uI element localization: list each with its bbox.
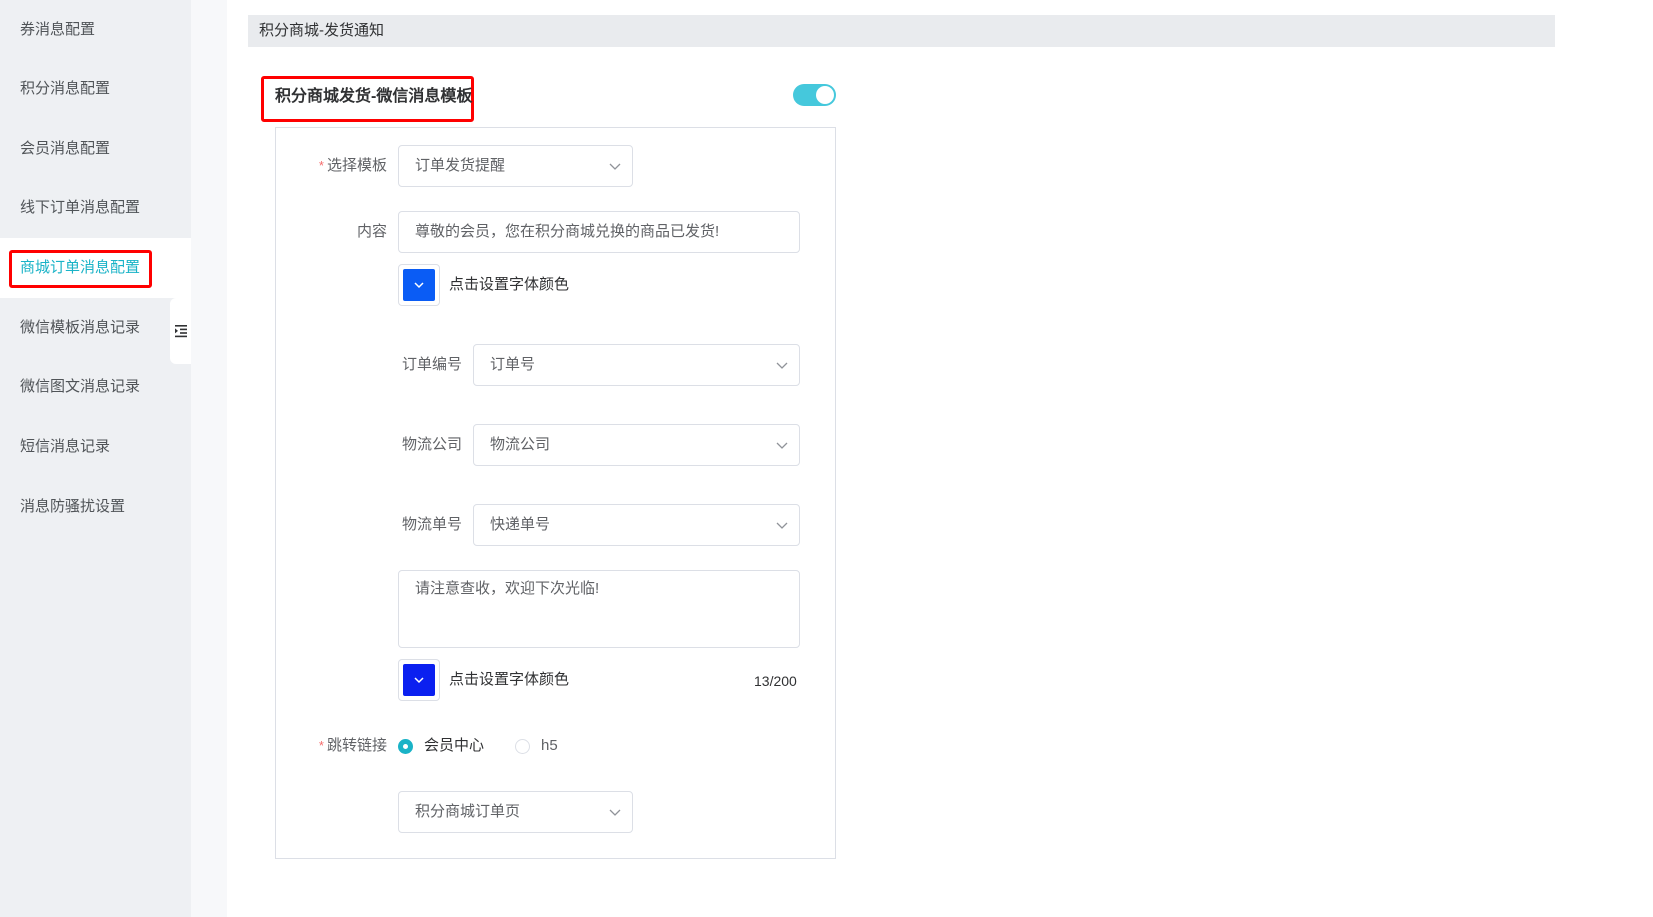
sidebar-item-label: 短信消息记录	[20, 438, 111, 455]
card-title: 积分商城发货-微信消息模板	[275, 88, 473, 105]
enable-switch[interactable]	[793, 84, 836, 106]
section-header: 积分商城-发货通知	[248, 15, 1555, 47]
sidebar-item-label: 微信图文消息记录	[20, 378, 141, 395]
remark-text: 请注意查收，欢迎下次光临!	[415, 580, 600, 597]
sidebar-item-label: 券消息配置	[20, 21, 96, 38]
content-gutter	[191, 0, 227, 917]
highlight-box	[9, 250, 152, 288]
section-title: 积分商城-发货通知	[259, 22, 384, 39]
content-label: 内容	[356, 223, 387, 240]
order-number-label: 订单编号	[401, 356, 462, 373]
tracking-number-label: 物流单号	[401, 516, 462, 533]
sidebar-item-wechat-template-records[interactable]: 微信模板消息记录	[0, 298, 191, 358]
char-counter: 13/200	[754, 673, 797, 689]
indent-icon	[175, 325, 187, 338]
content-color-picker[interactable]	[398, 264, 440, 306]
order-number-value: 订单号	[490, 356, 536, 373]
chevron-down-icon	[609, 163, 621, 170]
template-select[interactable]: 订单发货提醒	[398, 145, 633, 187]
template-select-value: 订单发货提醒	[415, 157, 506, 174]
sidebar: 券消息配置 积分消息配置 会员消息配置 线下订单消息配置 商城订单消息配置 微信…	[0, 0, 191, 917]
chevron-down-icon	[609, 809, 621, 816]
template-label: * 选择模板	[318, 157, 387, 174]
jump-page-select[interactable]: 积分商城订单页	[398, 791, 633, 833]
color-swatch	[403, 269, 435, 301]
sidebar-item-coupon-message[interactable]: 券消息配置	[0, 0, 191, 60]
content-input[interactable]: 尊敬的会员，您在积分商城兑换的商品已发货!	[398, 211, 800, 253]
chevron-down-icon	[776, 522, 788, 529]
chevron-down-icon	[776, 442, 788, 449]
content-color-label: 点击设置字体颜色	[449, 276, 570, 293]
logistics-company-label: 物流公司	[401, 436, 462, 453]
order-number-select[interactable]: 订单号	[473, 344, 800, 386]
sidebar-item-anti-harassment[interactable]: 消息防骚扰设置	[0, 477, 191, 537]
radio-member-center-label[interactable]: 会员中心	[424, 736, 484, 756]
tracking-number-value: 快递单号	[490, 516, 551, 533]
color-swatch	[403, 664, 435, 696]
sidebar-item-label: 会员消息配置	[20, 140, 111, 157]
radio-member-center[interactable]	[398, 739, 413, 754]
content-input-value: 尊敬的会员，您在积分商城兑换的商品已发货!	[415, 223, 720, 240]
sidebar-item-label: 积分消息配置	[20, 80, 111, 97]
remark-textarea[interactable]: 请注意查收，欢迎下次光临!	[398, 570, 800, 648]
radio-h5-label[interactable]: h5	[541, 736, 558, 756]
remark-color-label: 点击设置字体颜色	[449, 671, 570, 688]
jump-link-label: * 跳转链接	[318, 737, 387, 754]
sidebar-item-sms-records[interactable]: 短信消息记录	[0, 417, 191, 477]
logistics-company-value: 物流公司	[490, 436, 551, 453]
remark-color-picker[interactable]	[398, 659, 440, 701]
sidebar-item-wechat-article-records[interactable]: 微信图文消息记录	[0, 357, 191, 417]
chevron-down-icon	[776, 362, 788, 369]
sidebar-item-mall-order-message[interactable]: 商城订单消息配置	[0, 238, 191, 298]
tracking-number-select[interactable]: 快递单号	[473, 504, 800, 546]
logistics-company-select[interactable]: 物流公司	[473, 424, 800, 466]
sidebar-item-offline-order-message[interactable]: 线下订单消息配置	[0, 178, 191, 238]
chevron-down-icon	[414, 282, 424, 289]
chevron-down-icon	[414, 677, 424, 684]
sidebar-item-label: 微信模板消息记录	[20, 319, 141, 336]
sidebar-item-member-message[interactable]: 会员消息配置	[0, 119, 191, 179]
sidebar-collapse-button[interactable]	[170, 298, 192, 364]
radio-h5[interactable]	[515, 739, 530, 754]
sidebar-item-label: 线下订单消息配置	[20, 199, 141, 216]
jump-page-value: 积分商城订单页	[415, 803, 521, 820]
switch-knob	[816, 86, 834, 104]
sidebar-item-label: 消息防骚扰设置	[20, 498, 126, 515]
sidebar-item-points-message[interactable]: 积分消息配置	[0, 59, 191, 119]
